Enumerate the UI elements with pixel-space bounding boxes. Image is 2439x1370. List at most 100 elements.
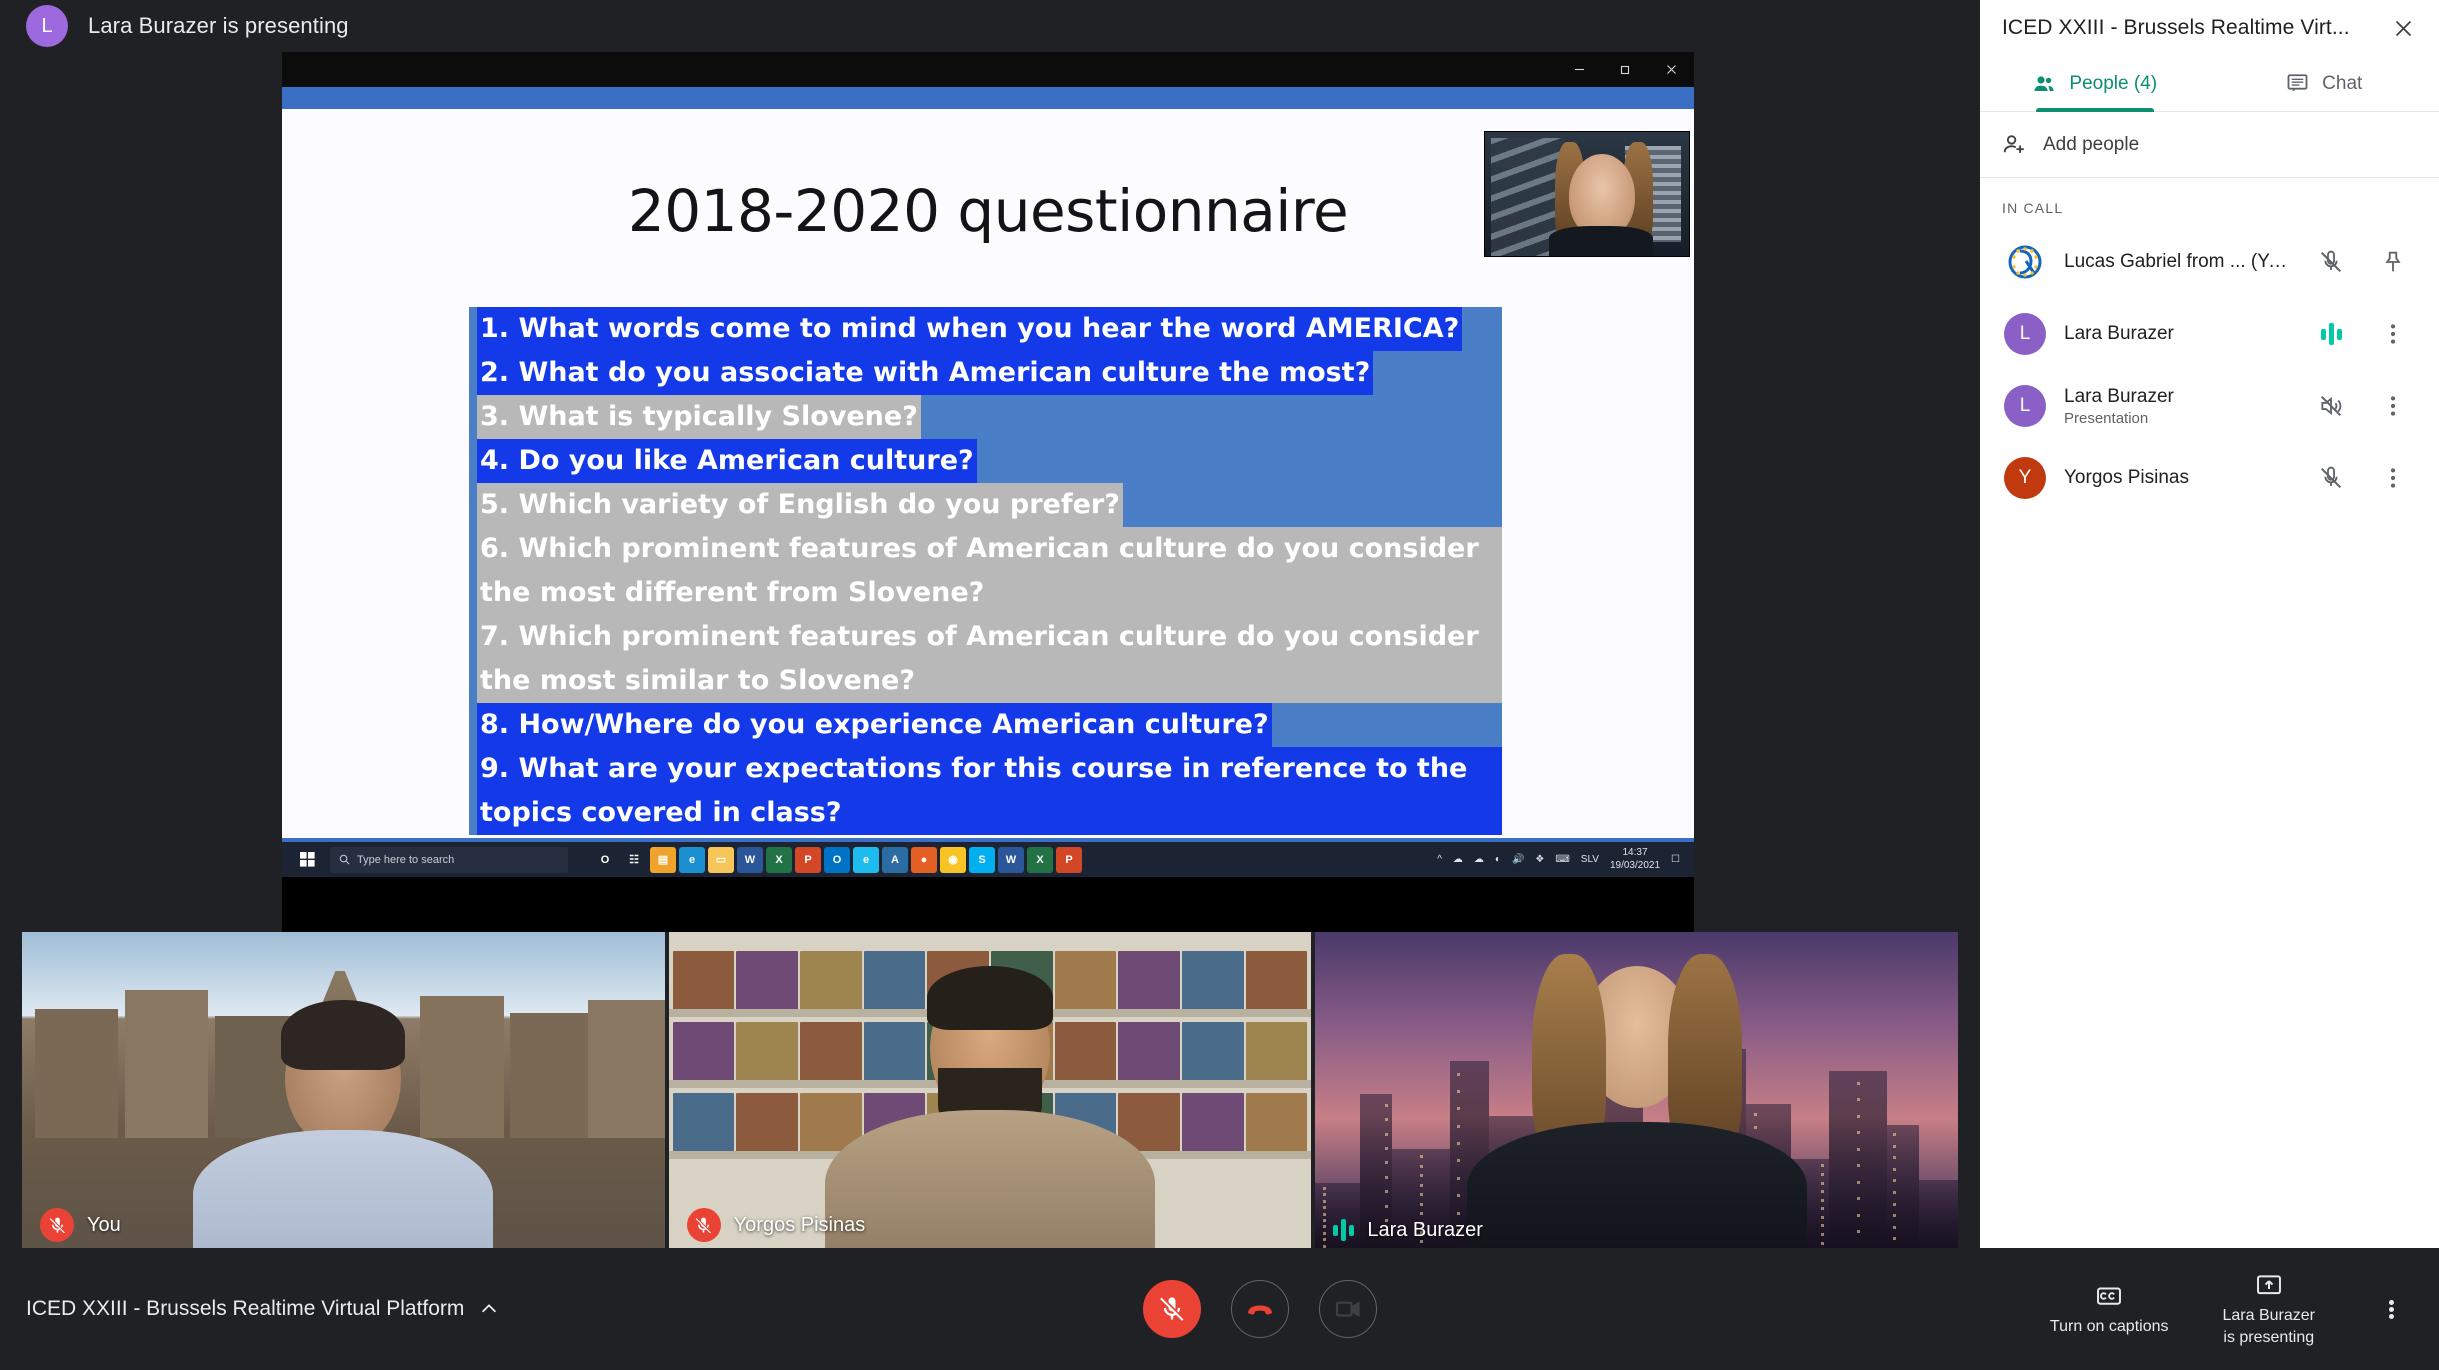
participant-name: Lara Burazer bbox=[2064, 323, 2174, 344]
participant-figure bbox=[193, 1000, 494, 1254]
microphone-button[interactable] bbox=[1142, 1280, 1201, 1338]
firefox-icon[interactable]: ● bbox=[911, 846, 937, 873]
side-panel-tabs: People (4) Chat bbox=[1980, 56, 2439, 112]
file-explorer-icon[interactable]: ▭ bbox=[708, 846, 734, 873]
more-icon[interactable] bbox=[2371, 456, 2415, 500]
more-icon[interactable] bbox=[2371, 312, 2415, 356]
chrome-icon[interactable]: ◉ bbox=[940, 846, 966, 873]
add-people-button[interactable]: Add people bbox=[1980, 112, 2439, 178]
search-placeholder-text: Type here to search bbox=[357, 853, 455, 866]
keyboard-language[interactable]: SLV bbox=[1581, 854, 1599, 865]
chevron-up-icon[interactable] bbox=[478, 1298, 500, 1320]
in-call-section-label: IN CALL bbox=[2002, 200, 2064, 216]
participant-name-wrap: Lara Burazer Presentation bbox=[2064, 386, 2291, 427]
video-tile-yorgos-pisinas[interactable]: Yorgos Pisinas bbox=[668, 932, 1312, 1254]
participant-row[interactable]: L Lara Burazer bbox=[1998, 298, 2421, 370]
side-panel-header: ICED XXIII - Brussels Realtime Virt... bbox=[1980, 0, 2439, 56]
chevron-up-icon[interactable]: ^ bbox=[1437, 854, 1442, 865]
speaker-off-icon[interactable] bbox=[2309, 384, 2353, 428]
notification-icon[interactable]: ☐ bbox=[1671, 854, 1680, 865]
onedrive-business-icon[interactable]: ☁ bbox=[1453, 854, 1463, 865]
captions-button[interactable]: Turn on captions bbox=[2050, 1282, 2169, 1337]
skyline-building bbox=[1829, 1070, 1888, 1254]
meeting-name: ICED XXIII - Brussels Realtime Virtual P… bbox=[26, 1297, 465, 1320]
volume-icon[interactable]: 🔊 bbox=[1512, 854, 1524, 865]
mic-off-icon bbox=[686, 1208, 721, 1242]
store-icon[interactable]: ▤ bbox=[650, 846, 676, 873]
internet-explorer-icon[interactable]: e bbox=[853, 846, 879, 873]
powerpoint-active-icon[interactable]: P bbox=[1056, 846, 1082, 873]
participant-name-wrap: Yorgos Pisinas bbox=[2064, 467, 2291, 489]
participant-name: Yorgos Pisinas bbox=[2064, 467, 2189, 488]
add-person-icon bbox=[2003, 135, 2024, 153]
tile-video-background bbox=[22, 932, 665, 1254]
skyline-building bbox=[1919, 1180, 1959, 1254]
task-view-icon[interactable]: ☷ bbox=[621, 846, 647, 873]
tab-people-label: People (4) bbox=[2069, 72, 2158, 94]
participant-row[interactable]: Lucas Gabriel from ... (You) bbox=[1998, 226, 2421, 298]
participant-name-wrap: Lucas Gabriel from ... (You) bbox=[2064, 251, 2291, 273]
search-icon bbox=[339, 854, 350, 865]
minimize-icon[interactable] bbox=[1556, 52, 1602, 87]
edge-icon[interactable]: e bbox=[679, 846, 705, 873]
skype-icon[interactable]: S bbox=[969, 846, 995, 873]
video-tile-lara-burazer[interactable]: Lara Burazer bbox=[1315, 932, 1959, 1254]
question-text: 8. How/Where do you experience American … bbox=[477, 703, 1272, 747]
search-input[interactable]: Type here to search bbox=[330, 846, 568, 873]
mic-off-icon[interactable] bbox=[2309, 456, 2353, 500]
hangup-button[interactable] bbox=[1230, 1280, 1289, 1338]
question-left-bar bbox=[469, 439, 477, 483]
excel-icon[interactable]: X bbox=[766, 846, 792, 873]
shared-screen-window[interactable]: 2018-2020 questionnaire 1. What words co… bbox=[282, 52, 1694, 932]
tile-label: Yorgos Pisinas bbox=[686, 1208, 865, 1242]
question-text: 3. What is typically Slovene? bbox=[477, 395, 921, 439]
video-tile-you[interactable]: You bbox=[22, 932, 665, 1254]
restore-icon[interactable] bbox=[1602, 52, 1648, 87]
tile-video-background bbox=[1315, 932, 1959, 1254]
camera-button[interactable] bbox=[1318, 1280, 1377, 1338]
slide-question: 8. How/Where do you experience American … bbox=[469, 703, 1502, 747]
presentation-slide: 2018-2020 questionnaire 1. What words co… bbox=[282, 87, 1694, 877]
participant-row[interactable]: Y Yorgos Pisinas bbox=[1998, 442, 2421, 514]
tile-video-background bbox=[668, 932, 1312, 1254]
close-icon[interactable] bbox=[1648, 52, 1694, 87]
tab-chat[interactable]: Chat bbox=[2210, 56, 2439, 111]
avatar bbox=[2004, 241, 2046, 283]
pin-icon[interactable] bbox=[2371, 240, 2415, 284]
close-icon[interactable] bbox=[2385, 10, 2421, 46]
audio-level-icon[interactable] bbox=[2309, 312, 2353, 356]
powerpoint-icon[interactable]: P bbox=[795, 846, 821, 873]
windows-start-icon[interactable] bbox=[288, 842, 326, 877]
tab-people[interactable]: People (4) bbox=[1980, 56, 2210, 111]
adobe-reader-icon[interactable]: A bbox=[882, 846, 908, 873]
word-doc-icon[interactable]: W bbox=[998, 846, 1024, 873]
mic-off-icon[interactable] bbox=[2309, 240, 2353, 284]
outlook-icon[interactable]: O bbox=[824, 846, 850, 873]
slide-question: 6. Which prominent features of American … bbox=[469, 527, 1502, 615]
slide-question: 2. What do you associate with American c… bbox=[469, 351, 1502, 395]
question-left-bar bbox=[469, 747, 477, 835]
participant-list: Lucas Gabriel from ... (You) L Lara Buraze… bbox=[1980, 226, 2439, 514]
participant-row[interactable]: L Lara Burazer Presentation bbox=[1998, 370, 2421, 442]
keyboard-icon[interactable]: ⌨ bbox=[1555, 854, 1569, 865]
call-controls bbox=[780, 1280, 1739, 1338]
people-icon bbox=[2034, 75, 2055, 91]
cortana-icon[interactable]: O bbox=[592, 846, 618, 873]
google-meet-window: L Lara Burazer is presenting 2018-2020 q… bbox=[0, 0, 2439, 1370]
main-stage: 2018-2020 questionnaire 1. What words co… bbox=[0, 52, 1980, 932]
excel-doc-icon[interactable]: X bbox=[1027, 846, 1053, 873]
side-panel: ICED XXIII - Brussels Realtime Virt... P… bbox=[1980, 0, 2439, 1370]
dropbox-icon[interactable]: ❖ bbox=[1535, 854, 1544, 865]
question-left-bar bbox=[469, 527, 477, 615]
slide-question: 9. What are your expectations for this c… bbox=[469, 747, 1502, 835]
more-options-button[interactable] bbox=[2369, 1287, 2413, 1331]
taskbar-clock[interactable]: 14:37 19/03/2021 bbox=[1610, 847, 1660, 872]
question-text: 9. What are your expectations for this c… bbox=[477, 747, 1502, 835]
more-icon[interactable] bbox=[2371, 384, 2415, 428]
word-icon[interactable]: W bbox=[737, 846, 763, 873]
meeting-info[interactable]: ICED XXIII - Brussels Realtime Virtual P… bbox=[0, 1297, 780, 1321]
wifi-icon[interactable]: ◐ bbox=[1495, 854, 1501, 865]
audio-level-icon bbox=[1333, 1218, 1355, 1242]
present-now-button[interactable]: Lara Burazer is presenting bbox=[2223, 1271, 2315, 1348]
onedrive-icon[interactable]: ☁ bbox=[1474, 854, 1484, 865]
